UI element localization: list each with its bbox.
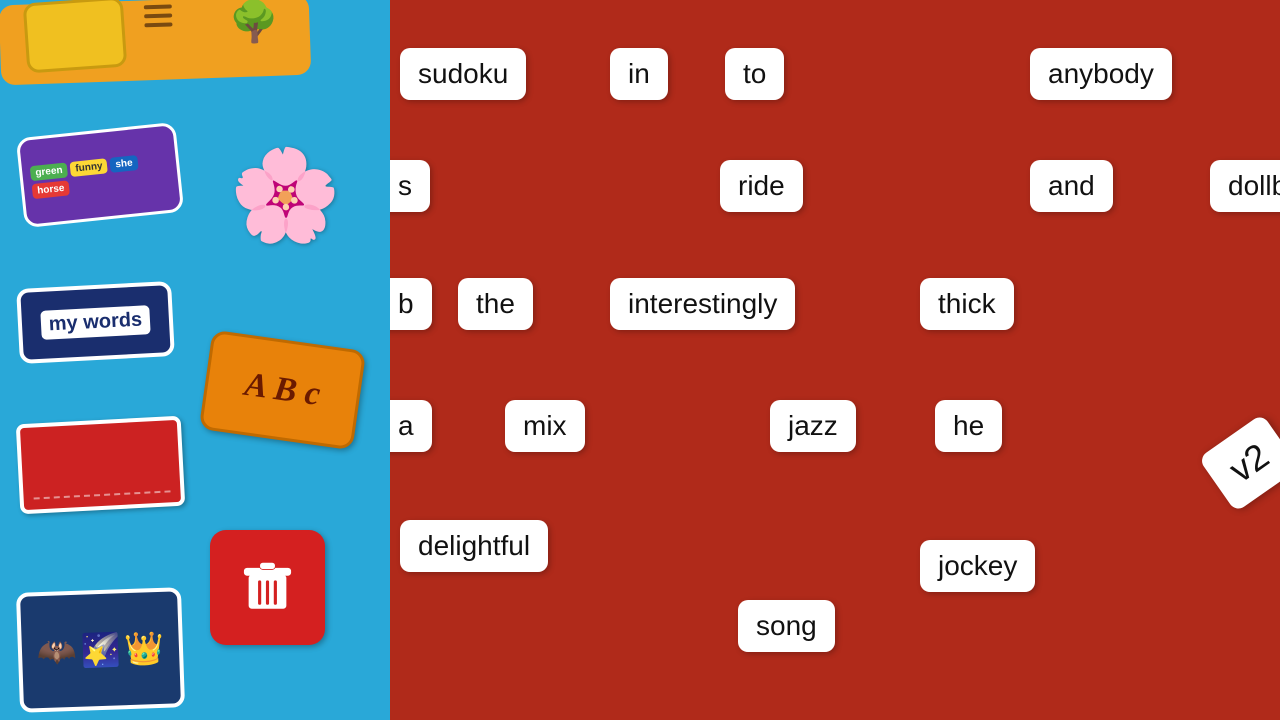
trash-icon	[240, 560, 295, 615]
mywords-sticker[interactable]: my words	[16, 281, 175, 364]
abc-label: A B c	[242, 366, 322, 414]
she-tag: she	[110, 155, 139, 173]
rainbow-icon: 🌸	[229, 143, 341, 248]
word-tile-v2-rotated[interactable]: v2	[1198, 414, 1280, 513]
yellow-square-sticker[interactable]	[23, 0, 128, 73]
tree-icon: 🌳	[229, 0, 280, 46]
word-tile-a-partial[interactable]: a	[390, 400, 432, 452]
word-tile-jazz[interactable]: jazz	[770, 400, 856, 452]
word-tile-in[interactable]: in	[610, 48, 668, 100]
word-tile-dollb[interactable]: dollb	[1210, 160, 1280, 212]
word-tile-he[interactable]: he	[935, 400, 1002, 452]
horse-tag: horse	[32, 180, 71, 199]
word-tile-song[interactable]: song	[738, 600, 835, 652]
red-blank-sticker[interactable]	[16, 416, 185, 515]
word-tile-thick[interactable]: thick	[920, 278, 1014, 330]
word-tile-interestingly[interactable]: interestingly	[610, 278, 795, 330]
word-tile-ride[interactable]: ride	[720, 160, 803, 212]
word-tile-and[interactable]: and	[1030, 160, 1113, 212]
green-tag: green	[30, 162, 69, 181]
funny-tag: funny	[70, 158, 109, 177]
word-tile-s-partial[interactable]: s	[390, 160, 430, 212]
word-tile-mix[interactable]: mix	[505, 400, 585, 452]
hamburger-menu[interactable]	[144, 4, 173, 27]
word-board: sudoku in to anybody s ride and dollb bthe intere…	[390, 0, 1280, 720]
stars-bat-sticker[interactable]: 🦇 🌠 👑	[16, 587, 185, 713]
mywords-label: my words	[40, 305, 151, 340]
word-tile-the[interactable]: the	[458, 278, 533, 330]
crown-icon: 👑	[124, 629, 165, 668]
trash-button[interactable]	[210, 530, 325, 645]
word-tile-b-partial[interactable]: b	[390, 278, 432, 330]
word-tile-sudoku[interactable]: sudoku	[400, 48, 526, 100]
word-tile-to[interactable]: to	[725, 48, 784, 100]
rainbow-sticker[interactable]: 🌸	[210, 120, 360, 270]
word-tile-anybody[interactable]: anybody	[1030, 48, 1172, 100]
bat-icon: 🦇	[36, 632, 77, 671]
word-tile-delightful[interactable]: delightful	[400, 520, 548, 572]
words-collage-sticker[interactable]: green funny she horse	[16, 122, 185, 228]
shooting-star-icon: 🌠	[80, 630, 121, 669]
sidebar: 🌳 green funny she horse 🌸 my words A B c	[0, 0, 390, 720]
word-tile-jockey[interactable]: jockey	[920, 540, 1035, 592]
abc-sticker[interactable]: A B c	[199, 330, 366, 451]
